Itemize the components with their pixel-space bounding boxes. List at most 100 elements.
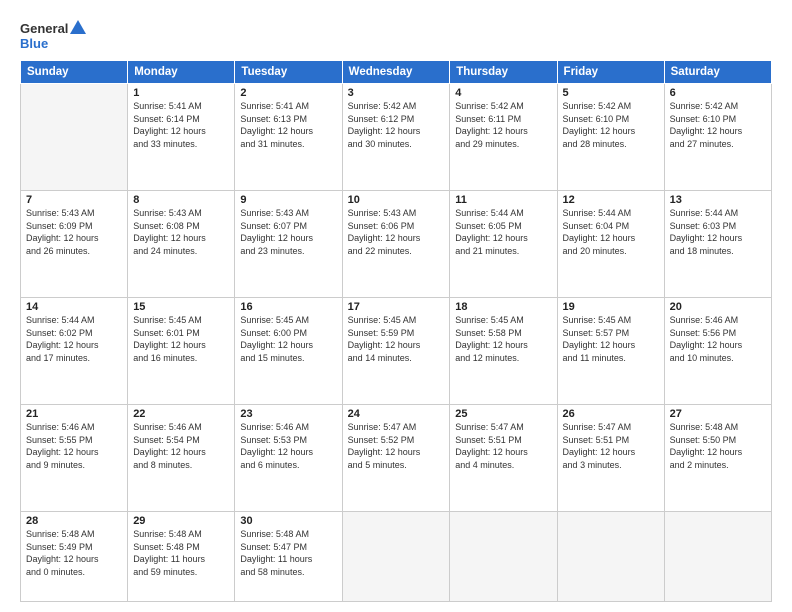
day-cell [664,512,771,602]
day-info: Sunrise: 5:48 AM Sunset: 5:48 PM Dayligh… [133,528,229,578]
day-info: Sunrise: 5:48 AM Sunset: 5:50 PM Dayligh… [670,421,766,471]
day-number: 14 [26,301,122,313]
day-info: Sunrise: 5:43 AM Sunset: 6:08 PM Dayligh… [133,207,229,257]
svg-text:General: General [20,21,68,36]
day-info: Sunrise: 5:43 AM Sunset: 6:07 PM Dayligh… [240,207,336,257]
day-cell: 8Sunrise: 5:43 AM Sunset: 6:08 PM Daylig… [128,191,235,298]
day-info: Sunrise: 5:48 AM Sunset: 5:47 PM Dayligh… [240,528,336,578]
day-cell: 26Sunrise: 5:47 AM Sunset: 5:51 PM Dayli… [557,405,664,512]
header-cell-thursday: Thursday [450,61,557,84]
day-cell: 2Sunrise: 5:41 AM Sunset: 6:13 PM Daylig… [235,84,342,191]
day-number: 3 [348,87,445,99]
day-number: 22 [133,408,229,420]
day-number: 13 [670,194,766,206]
day-number: 30 [240,515,336,527]
day-info: Sunrise: 5:42 AM Sunset: 6:12 PM Dayligh… [348,100,445,150]
day-cell [450,512,557,602]
day-cell: 19Sunrise: 5:45 AM Sunset: 5:57 PM Dayli… [557,298,664,405]
day-cell: 20Sunrise: 5:46 AM Sunset: 5:56 PM Dayli… [664,298,771,405]
day-info: Sunrise: 5:42 AM Sunset: 6:10 PM Dayligh… [563,100,659,150]
day-info: Sunrise: 5:41 AM Sunset: 6:14 PM Dayligh… [133,100,229,150]
day-info: Sunrise: 5:44 AM Sunset: 6:02 PM Dayligh… [26,314,122,364]
week-row-3: 14Sunrise: 5:44 AM Sunset: 6:02 PM Dayli… [21,298,772,405]
page: General Blue SundayMondayTuesdayWednesda… [0,0,792,612]
day-cell: 14Sunrise: 5:44 AM Sunset: 6:02 PM Dayli… [21,298,128,405]
week-row-1: 1Sunrise: 5:41 AM Sunset: 6:14 PM Daylig… [21,84,772,191]
day-number: 27 [670,408,766,420]
day-cell: 22Sunrise: 5:46 AM Sunset: 5:54 PM Dayli… [128,405,235,512]
header: General Blue [20,18,772,54]
day-number: 18 [455,301,551,313]
day-number: 5 [563,87,659,99]
day-info: Sunrise: 5:46 AM Sunset: 5:55 PM Dayligh… [26,421,122,471]
logo-svg: General Blue [20,18,90,54]
day-cell: 25Sunrise: 5:47 AM Sunset: 5:51 PM Dayli… [450,405,557,512]
day-number: 16 [240,301,336,313]
week-row-5: 28Sunrise: 5:48 AM Sunset: 5:49 PM Dayli… [21,512,772,602]
header-cell-tuesday: Tuesday [235,61,342,84]
day-cell: 9Sunrise: 5:43 AM Sunset: 6:07 PM Daylig… [235,191,342,298]
day-info: Sunrise: 5:45 AM Sunset: 5:59 PM Dayligh… [348,314,445,364]
day-cell: 6Sunrise: 5:42 AM Sunset: 6:10 PM Daylig… [664,84,771,191]
day-number: 1 [133,87,229,99]
day-info: Sunrise: 5:44 AM Sunset: 6:03 PM Dayligh… [670,207,766,257]
week-row-4: 21Sunrise: 5:46 AM Sunset: 5:55 PM Dayli… [21,405,772,512]
day-info: Sunrise: 5:44 AM Sunset: 6:04 PM Dayligh… [563,207,659,257]
day-cell: 27Sunrise: 5:48 AM Sunset: 5:50 PM Dayli… [664,405,771,512]
day-number: 26 [563,408,659,420]
day-number: 20 [670,301,766,313]
header-cell-friday: Friday [557,61,664,84]
day-info: Sunrise: 5:45 AM Sunset: 6:01 PM Dayligh… [133,314,229,364]
day-cell: 18Sunrise: 5:45 AM Sunset: 5:58 PM Dayli… [450,298,557,405]
day-number: 4 [455,87,551,99]
day-info: Sunrise: 5:45 AM Sunset: 5:57 PM Dayligh… [563,314,659,364]
day-info: Sunrise: 5:46 AM Sunset: 5:53 PM Dayligh… [240,421,336,471]
day-cell: 17Sunrise: 5:45 AM Sunset: 5:59 PM Dayli… [342,298,450,405]
day-number: 25 [455,408,551,420]
svg-text:Blue: Blue [20,36,48,51]
calendar-table: SundayMondayTuesdayWednesdayThursdayFrid… [20,60,772,602]
day-cell: 4Sunrise: 5:42 AM Sunset: 6:11 PM Daylig… [450,84,557,191]
day-number: 8 [133,194,229,206]
day-number: 11 [455,194,551,206]
day-info: Sunrise: 5:45 AM Sunset: 5:58 PM Dayligh… [455,314,551,364]
day-number: 17 [348,301,445,313]
day-cell: 1Sunrise: 5:41 AM Sunset: 6:14 PM Daylig… [128,84,235,191]
week-row-2: 7Sunrise: 5:43 AM Sunset: 6:09 PM Daylig… [21,191,772,298]
day-cell: 10Sunrise: 5:43 AM Sunset: 6:06 PM Dayli… [342,191,450,298]
header-cell-monday: Monday [128,61,235,84]
day-cell: 7Sunrise: 5:43 AM Sunset: 6:09 PM Daylig… [21,191,128,298]
logo: General Blue [20,18,90,54]
day-info: Sunrise: 5:41 AM Sunset: 6:13 PM Dayligh… [240,100,336,150]
day-info: Sunrise: 5:43 AM Sunset: 6:09 PM Dayligh… [26,207,122,257]
day-info: Sunrise: 5:43 AM Sunset: 6:06 PM Dayligh… [348,207,445,257]
day-number: 10 [348,194,445,206]
day-info: Sunrise: 5:46 AM Sunset: 5:56 PM Dayligh… [670,314,766,364]
day-cell: 21Sunrise: 5:46 AM Sunset: 5:55 PM Dayli… [21,405,128,512]
day-cell [557,512,664,602]
day-number: 23 [240,408,336,420]
day-cell: 12Sunrise: 5:44 AM Sunset: 6:04 PM Dayli… [557,191,664,298]
day-cell: 16Sunrise: 5:45 AM Sunset: 6:00 PM Dayli… [235,298,342,405]
day-info: Sunrise: 5:47 AM Sunset: 5:51 PM Dayligh… [563,421,659,471]
day-number: 2 [240,87,336,99]
day-info: Sunrise: 5:42 AM Sunset: 6:10 PM Dayligh… [670,100,766,150]
header-cell-wednesday: Wednesday [342,61,450,84]
day-number: 29 [133,515,229,527]
day-number: 19 [563,301,659,313]
day-info: Sunrise: 5:48 AM Sunset: 5:49 PM Dayligh… [26,528,122,578]
day-number: 28 [26,515,122,527]
day-number: 12 [563,194,659,206]
day-info: Sunrise: 5:42 AM Sunset: 6:11 PM Dayligh… [455,100,551,150]
day-cell [21,84,128,191]
day-cell: 23Sunrise: 5:46 AM Sunset: 5:53 PM Dayli… [235,405,342,512]
day-number: 7 [26,194,122,206]
day-info: Sunrise: 5:47 AM Sunset: 5:51 PM Dayligh… [455,421,551,471]
day-cell: 29Sunrise: 5:48 AM Sunset: 5:48 PM Dayli… [128,512,235,602]
day-cell: 5Sunrise: 5:42 AM Sunset: 6:10 PM Daylig… [557,84,664,191]
day-cell: 24Sunrise: 5:47 AM Sunset: 5:52 PM Dayli… [342,405,450,512]
day-number: 24 [348,408,445,420]
day-number: 21 [26,408,122,420]
day-number: 15 [133,301,229,313]
day-cell: 30Sunrise: 5:48 AM Sunset: 5:47 PM Dayli… [235,512,342,602]
